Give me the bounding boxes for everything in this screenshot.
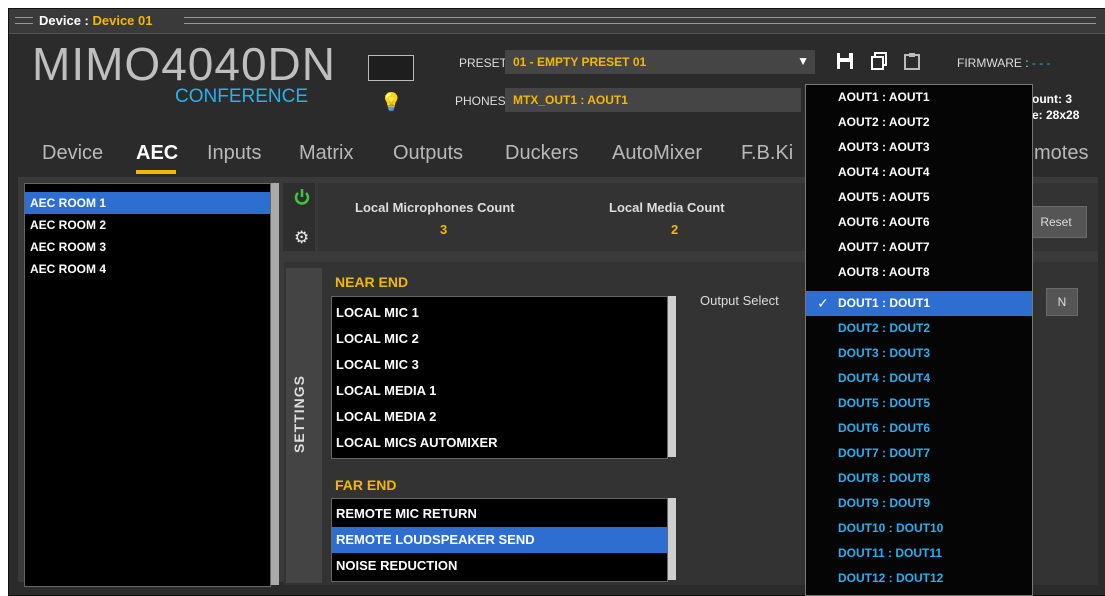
room-item[interactable]: AEC ROOM 4	[25, 258, 270, 280]
tab-automixer[interactable]: AutoMixer	[612, 142, 702, 165]
mic-count-value: 3	[440, 222, 448, 237]
matrix-size: e: 28x28	[1032, 108, 1080, 122]
dropdown-option[interactable]: DOUT3 : DOUT3	[806, 341, 1032, 366]
phones-value: MTX_OUT1 : AOUT1	[513, 93, 628, 107]
copy-icon[interactable]	[870, 52, 888, 75]
far-end-list[interactable]: REMOTE MIC RETURN REMOTE LOUDSPEAKER SEN…	[331, 498, 668, 582]
tab-device[interactable]: Device	[42, 142, 103, 165]
far-end-title: FAR END	[335, 477, 397, 493]
dropdown-option[interactable]: AOUT7 : AOUT7	[806, 235, 1032, 260]
list-item[interactable]: LOCAL MIC 3	[332, 352, 667, 378]
lightbulb-icon[interactable]: 💡	[380, 92, 402, 113]
dropdown-option[interactable]: AOUT8 : AOUT8	[806, 260, 1032, 285]
dropdown-option[interactable]: AOUT4 : AOUT4	[806, 160, 1032, 185]
near-end-list[interactable]: LOCAL MIC 1 LOCAL MIC 2 LOCAL MIC 3 LOCA…	[331, 296, 668, 459]
output-select-dropdown[interactable]: AOUT1 : AOUT1 AOUT2 : AOUT2 AOUT3 : AOUT…	[805, 84, 1033, 596]
checkmark-icon: ✓	[817, 295, 829, 311]
tab-fbkiller[interactable]: F.B.Ki	[741, 142, 793, 165]
tab-duckers[interactable]: Duckers	[505, 142, 578, 165]
tab-inputs[interactable]: Inputs	[207, 142, 261, 165]
dropdown-option-selected[interactable]: ✓ DOUT1 : DOUT1	[806, 291, 1032, 316]
dropdown-option[interactable]: DOUT4 : DOUT4	[806, 366, 1032, 391]
dropdown-option[interactable]: DOUT2 : DOUT2	[806, 316, 1032, 341]
dropdown-option[interactable]: DOUT9 : DOUT9	[806, 491, 1032, 516]
preset-dropdown-arrow-icon: ▼	[797, 54, 809, 68]
mic-count-label: Local Microphones Count	[355, 200, 515, 215]
dropdown-option[interactable]: DOUT11 : DOUT11	[806, 541, 1032, 566]
output-select-label: Output Select	[700, 293, 779, 308]
settings-tab-label: SETTINGS	[291, 375, 307, 454]
window-titlebar[interactable]: Device : Device 01	[9, 9, 1105, 34]
device-edition: CONFERENCE	[175, 86, 309, 107]
aec-room-list[interactable]: AEC ROOM 1 AEC ROOM 2 AEC ROOM 3 AEC ROO…	[24, 183, 271, 587]
active-tab-underline	[136, 170, 176, 174]
near-end-title: NEAR END	[335, 274, 409, 290]
firmware-info: FIRMWARE : - - -	[957, 56, 1051, 70]
dropdown-option[interactable]: DOUT6 : DOUT6	[806, 416, 1032, 441]
phones-label: PHONES	[455, 94, 506, 108]
dropdown-option[interactable]: DOUT5 : DOUT5	[806, 391, 1032, 416]
dropdown-option[interactable]: AOUT6 : AOUT6	[806, 210, 1032, 235]
media-count-value: 2	[671, 222, 679, 237]
phones-select[interactable]: MTX_OUT1 : AOUT1	[505, 88, 801, 112]
identify-box[interactable]	[368, 55, 414, 81]
room-item[interactable]: AEC ROOM 2	[25, 214, 270, 236]
n-button[interactable]: N	[1046, 288, 1078, 316]
power-icon[interactable]	[294, 188, 310, 211]
media-count-label: Local Media Count	[609, 200, 725, 215]
device-model: MIMO4040DN	[32, 38, 336, 90]
gear-icon[interactable]: ⚙	[294, 228, 309, 248]
list-item[interactable]: LOCAL MIC 1	[332, 300, 667, 326]
list-item[interactable]: LOCAL MEDIA 1	[332, 378, 667, 404]
preset-value: 01 - EMPTY PRESET 01	[513, 55, 647, 69]
save-icon[interactable]	[836, 52, 854, 75]
dropdown-option[interactable]: DOUT10 : DOUT10	[806, 516, 1032, 541]
preset-label: PRESET	[459, 56, 508, 70]
dropdown-option[interactable]: DOUT8 : DOUT8	[806, 466, 1032, 491]
titlebar-label: Device : Device 01	[39, 13, 153, 28]
routing-count: ount: 3	[1032, 92, 1072, 106]
reset-button[interactable]: Reset	[1025, 206, 1087, 238]
dropdown-option[interactable]: DOUT12 : DOUT12	[806, 566, 1032, 591]
tab-aec[interactable]: AEC	[136, 142, 178, 165]
titlebar-grip-right	[184, 17, 1096, 24]
tab-matrix[interactable]: Matrix	[299, 142, 353, 165]
dropdown-option[interactable]: DOUT7 : DOUT7	[806, 441, 1032, 466]
tab-remotes[interactable]: motes	[1034, 142, 1088, 165]
list-item[interactable]: LOCAL MEDIA 2	[332, 404, 667, 430]
far-end-scrollbar[interactable]	[668, 498, 676, 580]
dropdown-option[interactable]: AOUT1 : AOUT1	[806, 85, 1032, 110]
tab-outputs[interactable]: Outputs	[393, 142, 463, 165]
paste-icon[interactable]	[903, 52, 921, 75]
dropdown-option-label: DOUT1 : DOUT1	[838, 296, 931, 310]
dropdown-option[interactable]: AOUT5 : AOUT5	[806, 185, 1032, 210]
room-item[interactable]: AEC ROOM 1	[25, 192, 270, 214]
room-list-scrollbar-thumb[interactable]	[271, 183, 279, 585]
device-name: Device 01	[92, 13, 153, 28]
preset-select[interactable]: 01 - EMPTY PRESET 01 ▼	[505, 50, 815, 74]
list-item[interactable]: LOCAL MICS AUTOMIXER	[332, 430, 667, 456]
list-item[interactable]: NOISE REDUCTION	[332, 553, 667, 579]
near-end-scrollbar[interactable]	[668, 296, 676, 457]
dropdown-option[interactable]: AOUT2 : AOUT2	[806, 110, 1032, 135]
room-item[interactable]: AEC ROOM 3	[25, 236, 270, 258]
titlebar-grip-left	[15, 17, 33, 24]
firmware-value: - - -	[1031, 56, 1051, 70]
list-item[interactable]: REMOTE MIC RETURN	[332, 501, 667, 527]
list-item[interactable]: LOCAL MIC 2	[332, 326, 667, 352]
dropdown-option[interactable]: AOUT3 : AOUT3	[806, 135, 1032, 160]
list-item-selected[interactable]: REMOTE LOUDSPEAKER SEND	[332, 527, 667, 553]
